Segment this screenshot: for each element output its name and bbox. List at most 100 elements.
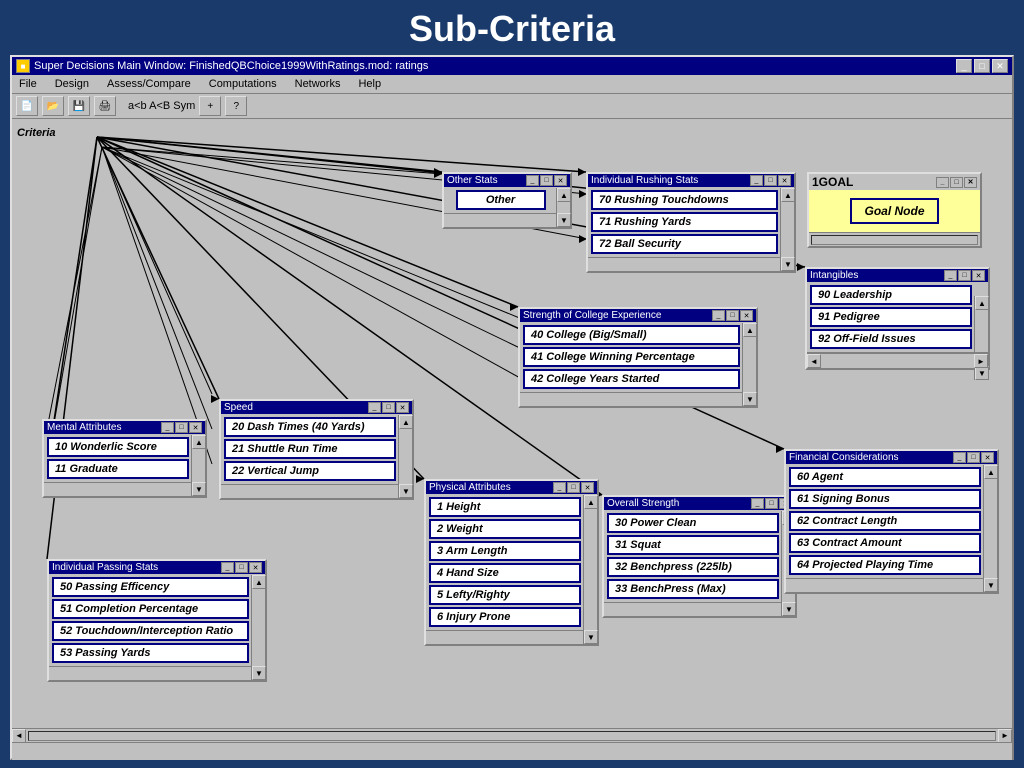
speed-close[interactable]: ✕ <box>396 402 409 413</box>
node-weight[interactable]: 2 Weight <box>429 519 581 539</box>
node-college-bigsmall[interactable]: 40 College (Big/Small) <box>523 325 740 345</box>
menu-file[interactable]: File <box>16 77 40 91</box>
speed-maximize[interactable]: □ <box>382 402 395 413</box>
passing-close[interactable]: ✕ <box>249 562 262 573</box>
node-ball-security[interactable]: 72 Ball Security <box>591 234 778 254</box>
menu-bar: File Design Assess/Compare Computations … <box>12 75 1012 94</box>
node-benchpress-225[interactable]: 32 Benchpress (225lb) <box>607 557 779 577</box>
goal-title-bar: 1GOAL _ □ ✕ <box>809 174 980 190</box>
mental-minimize[interactable]: _ <box>161 422 174 433</box>
node-college-years[interactable]: 42 College Years Started <box>523 369 740 389</box>
menu-help[interactable]: Help <box>355 77 384 91</box>
node-agent[interactable]: 60 Agent <box>789 467 981 487</box>
main-scrollbar-h[interactable]: ◄ ► <box>12 728 1012 742</box>
toolbar-btn-help[interactable]: ? <box>225 96 247 116</box>
physical-minimize[interactable]: _ <box>553 482 566 493</box>
node-graduate[interactable]: 11 Graduate <box>47 459 189 479</box>
intangibles-maximize[interactable]: □ <box>958 270 971 281</box>
node-arm-length[interactable]: 3 Arm Length <box>429 541 581 561</box>
node-hand-size[interactable]: 4 Hand Size <box>429 563 581 583</box>
node-other[interactable]: Other <box>456 190 546 210</box>
node-contract-amount[interactable]: 63 Contract Amount <box>789 533 981 553</box>
mental-title-bar: Mental Attributes _ □ ✕ <box>44 421 205 434</box>
passing-minimize[interactable]: _ <box>221 562 234 573</box>
other-close[interactable]: ✕ <box>554 175 567 186</box>
maximize-button[interactable]: □ <box>974 59 990 73</box>
toolbar-btn-open[interactable]: 📂 <box>42 96 64 116</box>
financial-maximize[interactable]: □ <box>967 452 980 463</box>
node-squat[interactable]: 31 Squat <box>607 535 779 555</box>
canvas-area: Criteria 1GO <box>12 119 1012 760</box>
node-vertical[interactable]: 22 Vertical Jump <box>224 461 396 481</box>
node-offField[interactable]: 92 Off-Field Issues <box>810 329 972 349</box>
node-rushing-td[interactable]: 70 Rushing Touchdowns <box>591 190 778 210</box>
rushing-title-label: Individual Rushing Stats <box>591 175 698 186</box>
scroll-right[interactable]: ► <box>998 729 1012 743</box>
node-completion-pct[interactable]: 51 Completion Percentage <box>52 599 249 619</box>
node-passing-yards[interactable]: 53 Passing Yards <box>52 643 249 663</box>
rushing-title-bar: Individual Rushing Stats _ □ ✕ <box>588 174 794 187</box>
minimize-button[interactable]: _ <box>956 59 972 73</box>
node-leadership[interactable]: 90 Leadership <box>810 285 972 305</box>
college-maximize[interactable]: □ <box>726 310 739 321</box>
rushing-close[interactable]: ✕ <box>778 175 791 186</box>
menu-networks[interactable]: Networks <box>292 77 344 91</box>
rushing-maximize[interactable]: □ <box>764 175 777 186</box>
goal-node-box[interactable]: Goal Node <box>850 198 938 224</box>
toolbar-label-acb: a<b A<B Sym <box>128 100 195 112</box>
goal-maximize[interactable]: □ <box>950 177 963 188</box>
node-dash[interactable]: 20 Dash Times (40 Yards) <box>224 417 396 437</box>
mental-close[interactable]: ✕ <box>189 422 202 433</box>
speed-minimize[interactable]: _ <box>368 402 381 413</box>
node-injury-prone[interactable]: 6 Injury Prone <box>429 607 581 627</box>
goal-close[interactable]: ✕ <box>964 177 977 188</box>
scroll-left[interactable]: ◄ <box>12 729 26 743</box>
node-power-clean[interactable]: 30 Power Clean <box>607 513 779 533</box>
node-height[interactable]: 1 Height <box>429 497 581 517</box>
node-rushing-yards[interactable]: 71 Rushing Yards <box>591 212 778 232</box>
node-passing-eff[interactable]: 50 Passing Efficency <box>52 577 249 597</box>
rushing-minimize[interactable]: _ <box>750 175 763 186</box>
overall-maximize[interactable]: □ <box>765 498 778 509</box>
college-strength-title-label: Strength of College Experience <box>523 310 661 321</box>
toolbar-btn-new[interactable]: 📄 <box>16 96 38 116</box>
node-college-winpct[interactable]: 41 College Winning Percentage <box>523 347 740 367</box>
mental-maximize[interactable]: □ <box>175 422 188 433</box>
toolbar-btn-plus[interactable]: + <box>199 96 221 116</box>
menu-assess[interactable]: Assess/Compare <box>104 77 194 91</box>
criteria-label: Criteria <box>17 127 56 139</box>
speed-title-bar: Speed _ □ ✕ <box>221 401 412 414</box>
intangibles-minimize[interactable]: _ <box>944 270 957 281</box>
menu-computations[interactable]: Computations <box>206 77 280 91</box>
college-close[interactable]: ✕ <box>740 310 753 321</box>
overall-minimize[interactable]: _ <box>751 498 764 509</box>
node-signing-bonus[interactable]: 61 Signing Bonus <box>789 489 981 509</box>
passing-title-label: Individual Passing Stats <box>52 562 158 573</box>
financial-minimize[interactable]: _ <box>953 452 966 463</box>
node-pedigree[interactable]: 91 Pedigree <box>810 307 972 327</box>
other-maximize[interactable]: □ <box>540 175 553 186</box>
close-button[interactable]: ✕ <box>992 59 1008 73</box>
node-wonderlic[interactable]: 10 Wonderlic Score <box>47 437 189 457</box>
physical-close[interactable]: ✕ <box>581 482 594 493</box>
page-title: Sub-Criteria <box>0 0 1024 58</box>
node-projected-time[interactable]: 64 Projected Playing Time <box>789 555 981 575</box>
physical-maximize[interactable]: □ <box>567 482 580 493</box>
passing-title-bar: Individual Passing Stats _ □ ✕ <box>49 561 265 574</box>
node-td-int-ratio[interactable]: 52 Touchdown/Interception Ratio <box>52 621 249 641</box>
college-minimize[interactable]: _ <box>712 310 725 321</box>
passing-maximize[interactable]: □ <box>235 562 248 573</box>
toolbar-btn-print[interactable]: 🖨 <box>94 96 116 116</box>
financial-close[interactable]: ✕ <box>981 452 994 463</box>
intangibles-window: Intangibles _ □ ✕ 90 Leadership 91 Pedig… <box>805 267 990 370</box>
menu-design[interactable]: Design <box>52 77 92 91</box>
other-minimize[interactable]: _ <box>526 175 539 186</box>
node-shuttle[interactable]: 21 Shuttle Run Time <box>224 439 396 459</box>
intangibles-close[interactable]: ✕ <box>972 270 985 281</box>
toolbar-btn-save[interactable]: 💾 <box>68 96 90 116</box>
financial-window: Financial Considerations _ □ ✕ 60 Agent … <box>784 449 999 594</box>
node-benchpress-max[interactable]: 33 BenchPress (Max) <box>607 579 779 599</box>
node-lefty-righty[interactable]: 5 Lefty/Righty <box>429 585 581 605</box>
goal-minimize[interactable]: _ <box>936 177 949 188</box>
node-contract-length[interactable]: 62 Contract Length <box>789 511 981 531</box>
